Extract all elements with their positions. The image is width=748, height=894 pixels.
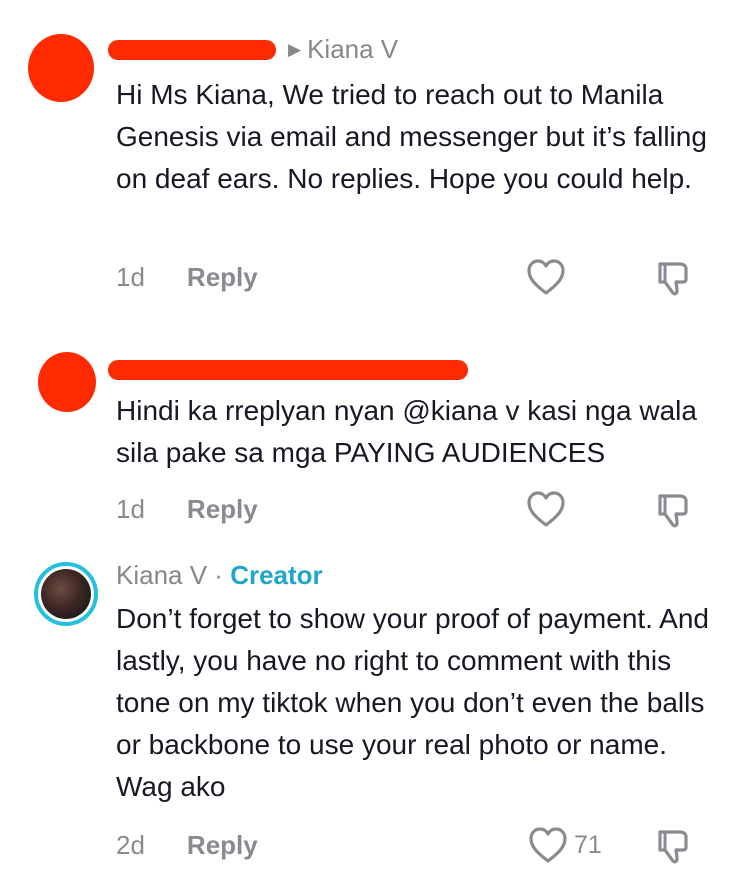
reply-button[interactable]: Reply bbox=[187, 262, 258, 292]
dislike-button[interactable] bbox=[654, 490, 694, 535]
author-line: Kiana V · Creator bbox=[116, 560, 323, 591]
caret-right-icon: ▶ bbox=[288, 40, 302, 59]
dislike-icon bbox=[658, 830, 688, 864]
heart-icon bbox=[527, 491, 565, 527]
comment-meta: 1d Reply bbox=[116, 262, 258, 293]
redacted-avatar[interactable] bbox=[38, 352, 96, 412]
creator-avatar[interactable] bbox=[34, 562, 98, 626]
redacted-username bbox=[108, 360, 468, 380]
like-count: 71 bbox=[574, 830, 602, 859]
comment-meta: 1d Reply bbox=[116, 494, 258, 525]
comment-text: Hindi ka rreplyan nyan @kiana v kasi nga… bbox=[116, 395, 697, 468]
comment-time: 1d bbox=[116, 494, 145, 524]
comment-text: Hi Ms Kiana, We tried to reach out to Ma… bbox=[116, 79, 707, 194]
reply-button[interactable]: Reply bbox=[187, 830, 258, 860]
comment-time: 1d bbox=[116, 262, 145, 292]
dislike-icon bbox=[658, 494, 688, 528]
heart-icon bbox=[529, 827, 567, 863]
redacted-username bbox=[108, 40, 276, 60]
creator-badge: Creator bbox=[230, 560, 323, 590]
comment-2: Hindi ka rreplyan nyan @kiana v kasi nga… bbox=[0, 330, 748, 540]
dislike-icon bbox=[658, 262, 688, 296]
author-separator: · bbox=[207, 560, 231, 590]
heart-icon bbox=[527, 259, 565, 295]
like-button[interactable]: 71 bbox=[528, 826, 602, 864]
reply-target: ▶ Kiana V bbox=[288, 34, 398, 65]
comment-3: Kiana V · Creator Don’t forget to show y… bbox=[0, 550, 748, 894]
like-button[interactable] bbox=[526, 258, 566, 296]
avatar-photo bbox=[41, 569, 91, 619]
comment-text: Don’t forget to show your proof of payme… bbox=[116, 603, 710, 802]
comment-1: ▶ Kiana V Hi Ms Kiana, We tried to reach … bbox=[0, 0, 748, 320]
comment-meta: 2d Reply bbox=[116, 830, 258, 861]
comment-time: 2d bbox=[116, 830, 145, 860]
like-button[interactable] bbox=[526, 490, 566, 528]
reply-button[interactable]: Reply bbox=[187, 494, 258, 524]
author-name[interactable]: Kiana V bbox=[116, 560, 207, 590]
reply-target-name[interactable]: Kiana V bbox=[307, 34, 398, 64]
dislike-button[interactable] bbox=[654, 258, 694, 303]
redacted-avatar[interactable] bbox=[28, 34, 94, 102]
dislike-button[interactable] bbox=[654, 826, 694, 871]
